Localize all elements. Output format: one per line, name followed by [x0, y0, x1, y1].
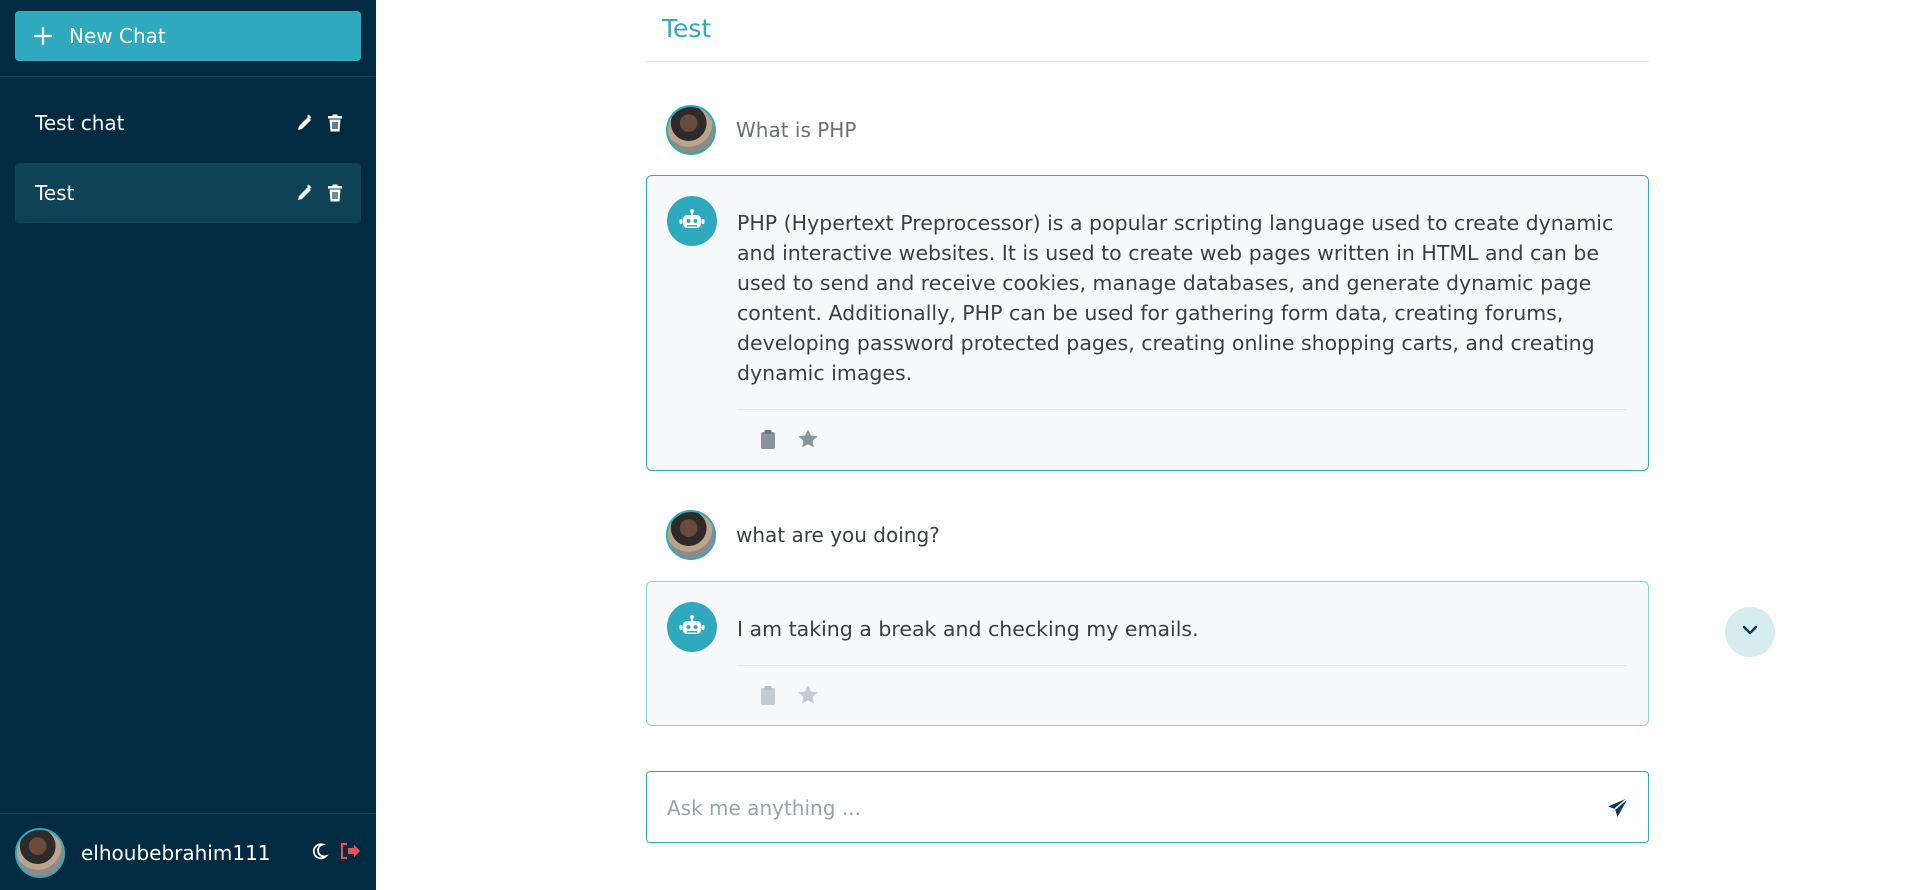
chevron-down-icon [1740, 620, 1760, 644]
sidebar-footer-divider [0, 813, 376, 814]
user-message-text: what are you doing? [736, 523, 940, 547]
moon-icon[interactable] [309, 841, 329, 865]
new-chat-label: New Chat [69, 24, 166, 48]
new-chat-button[interactable]: New Chat [15, 11, 361, 61]
star-icon[interactable] [797, 428, 819, 450]
message-input[interactable] [667, 792, 1567, 824]
sidebar-chat-item-active[interactable]: Test [15, 163, 361, 223]
robot-icon [667, 602, 717, 652]
chat-item-label: Test [35, 181, 75, 205]
message-divider [737, 665, 1627, 666]
trash-icon[interactable] [325, 183, 345, 203]
clipboard-icon[interactable] [757, 428, 779, 450]
message-divider [737, 409, 1627, 410]
sidebar-chat-item[interactable]: Test chat [15, 93, 361, 153]
message-composer [646, 771, 1649, 843]
user-profile: elhoubebrahim111 [15, 828, 361, 878]
plus-icon [33, 26, 53, 46]
chat-item-label: Test chat [35, 111, 125, 135]
user-message-avatar [666, 105, 716, 155]
user-avatar[interactable] [15, 828, 65, 878]
user-message: what are you doing? [666, 510, 1566, 560]
logout-icon[interactable] [339, 841, 361, 865]
assistant-message-text: I am taking a break and checking my emai… [737, 617, 1199, 641]
pencil-icon[interactable] [295, 183, 315, 203]
assistant-message: I am taking a break and checking my emai… [646, 581, 1649, 726]
star-icon[interactable] [797, 684, 819, 706]
trash-icon[interactable] [325, 113, 345, 133]
assistant-message-text: PHP (Hypertext Preprocessor) is a popula… [737, 211, 1614, 385]
scroll-down-button[interactable] [1725, 607, 1775, 657]
assistant-message: PHP (Hypertext Preprocessor) is a popula… [646, 175, 1649, 471]
chat-header: Test [646, 0, 1649, 62]
send-icon[interactable] [1606, 796, 1630, 820]
username: elhoubebrahim111 [81, 841, 271, 865]
chat-title: Test [662, 14, 712, 43]
sidebar-divider [0, 76, 376, 77]
clipboard-icon[interactable] [757, 684, 779, 706]
user-message-avatar [666, 510, 716, 560]
user-message-text: What is PHP [736, 118, 857, 142]
pencil-icon[interactable] [295, 113, 315, 133]
user-message: What is PHP [666, 105, 1566, 155]
robot-icon [667, 196, 717, 246]
sidebar: New Chat Test chat Test elhoubebrahim111 [0, 0, 376, 890]
